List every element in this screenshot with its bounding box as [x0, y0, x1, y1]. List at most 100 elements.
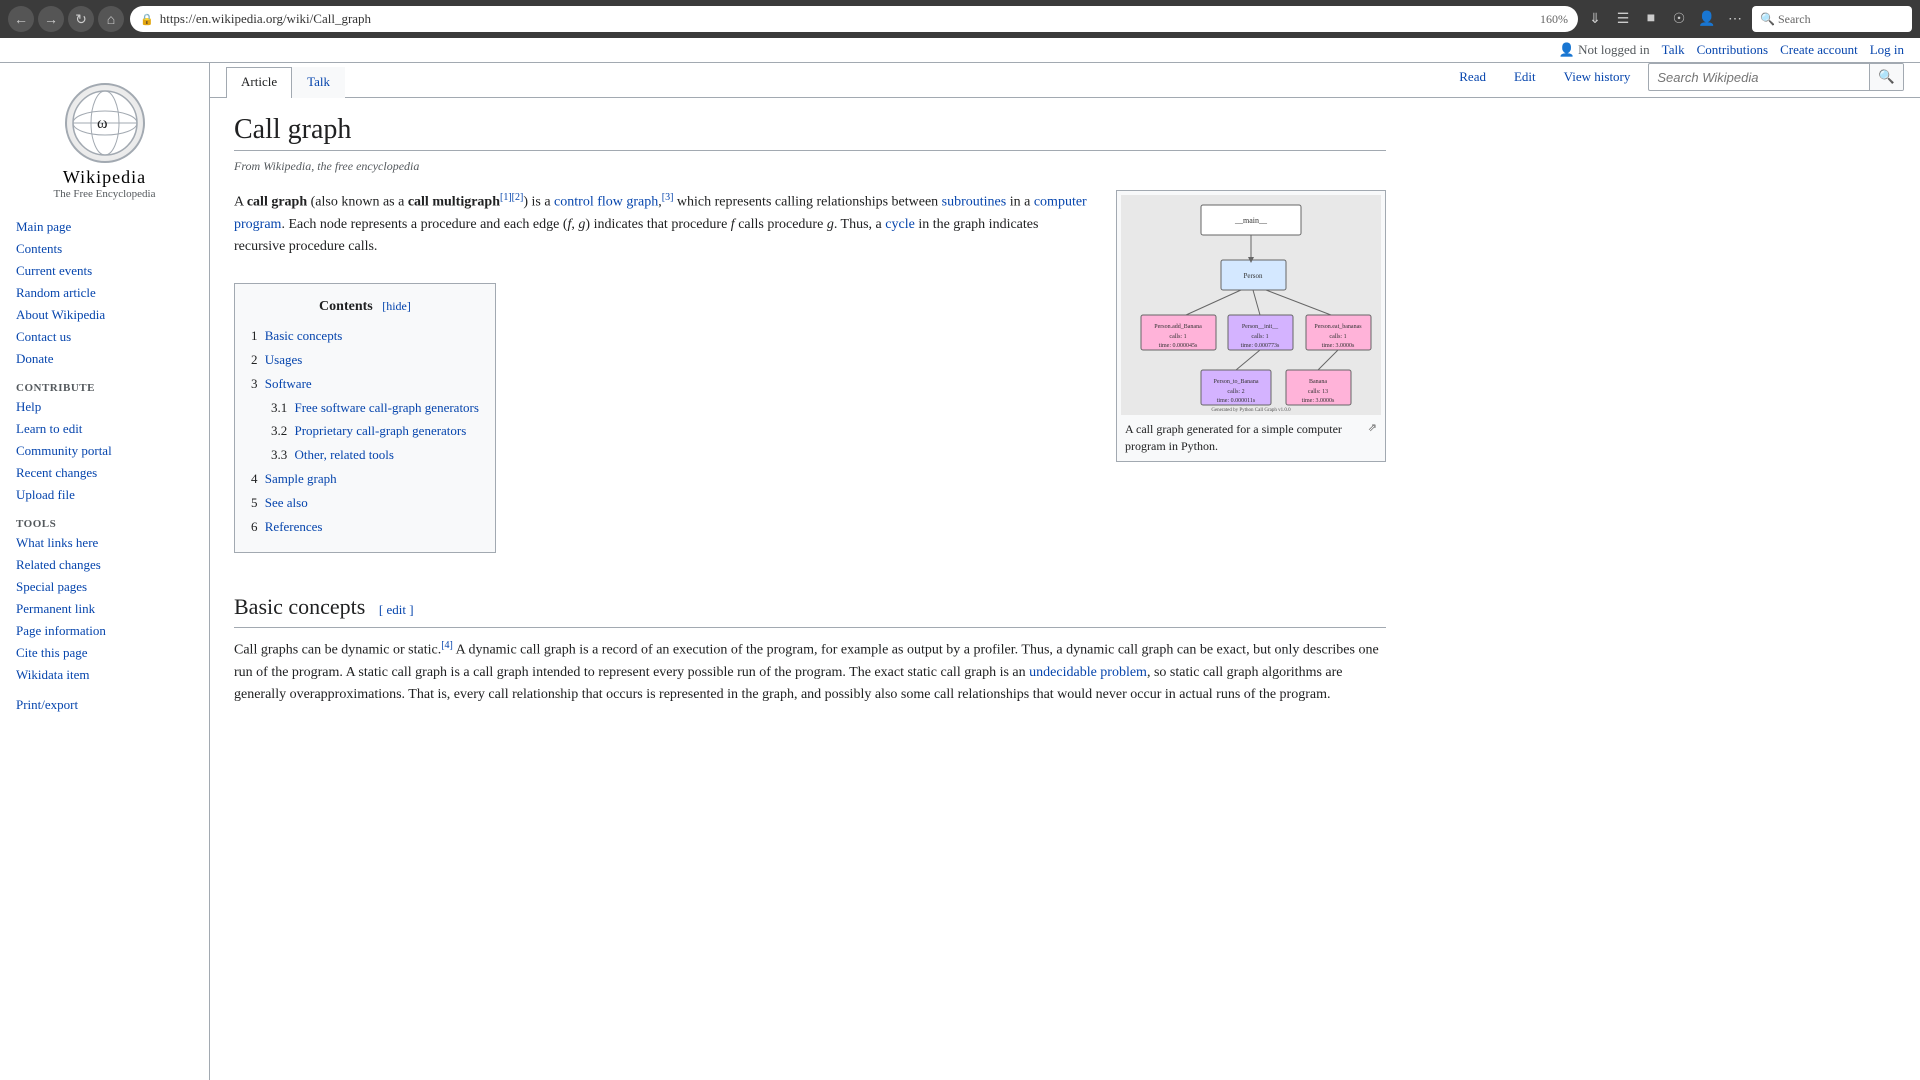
search-button[interactable]: 🔍 [1869, 64, 1903, 90]
sidebar-item-contents[interactable]: Contents [0, 238, 209, 260]
sidebar-nav-section: Main page Contents Current events Random… [0, 216, 209, 370]
downloads-icon[interactable]: ⇓ [1584, 8, 1606, 30]
sidebar-item-related-changes[interactable]: Related changes [0, 554, 209, 576]
toc-item-5: 5 See also [251, 493, 479, 514]
search-box[interactable]: 🔍 [1648, 63, 1904, 91]
svg-text:time: 0.000045s: time: 0.000045s [1159, 343, 1198, 349]
wiki-tabs-left: Article Talk [226, 66, 345, 97]
sidebar-item-print[interactable]: Print/export [0, 694, 209, 716]
tab-read[interactable]: Read [1449, 65, 1496, 89]
sidebar-item-permanent-link[interactable]: Permanent link [0, 598, 209, 620]
tab-edit[interactable]: Edit [1504, 65, 1546, 89]
toc-link-proprietary[interactable]: Proprietary call-graph generators [295, 423, 467, 438]
article-title: Call graph [234, 114, 1386, 151]
shield-icon[interactable]: ☉ [1668, 8, 1690, 30]
sidebar-item-about[interactable]: About Wikipedia [0, 304, 209, 326]
sidebar-item-cite-page[interactable]: Cite this page [0, 642, 209, 664]
toc-link-usages[interactable]: Usages [265, 352, 303, 367]
talk-link[interactable]: Talk [1662, 42, 1685, 58]
ref-4[interactable]: [4] [441, 640, 453, 651]
sidebar-item-what-links-here[interactable]: What links here [0, 532, 209, 554]
forward-button[interactable]: → [38, 6, 64, 32]
edit-link-anchor[interactable]: edit [386, 602, 406, 617]
bookmarks-icon[interactable]: ☰ [1612, 8, 1634, 30]
sidebar-item-learn-to-edit[interactable]: Learn to edit [0, 418, 209, 440]
tools-section-title: Tools [0, 514, 209, 532]
menu-icon[interactable]: ⋯ [1724, 8, 1746, 30]
sidebar-item-help[interactable]: Help [0, 396, 209, 418]
wikipedia-globe-svg: ω [70, 88, 140, 158]
tab-view-history[interactable]: View history [1554, 65, 1641, 89]
extensions-icon[interactable]: ■ [1640, 8, 1662, 30]
tab-talk[interactable]: Talk [292, 67, 345, 98]
wiki-body: ω Wikipedia The Free Encyclopedia Main p… [0, 63, 1920, 1080]
search-input[interactable] [1649, 70, 1869, 85]
figure-caption: ⇗ A call graph generated for a simple co… [1121, 415, 1381, 457]
sidebar-item-community[interactable]: Community portal [0, 440, 209, 462]
sidebar-item-current-events[interactable]: Current events [0, 260, 209, 282]
browser-search[interactable]: 🔍 Search [1752, 6, 1912, 32]
sidebar-print-list: Print/export [0, 694, 209, 716]
sidebar-item-wikidata[interactable]: Wikidata item [0, 664, 209, 686]
browser-chrome: ← → ↻ ⌂ 🔒 https://en.wikipedia.org/wiki/… [0, 0, 1920, 38]
toc-link-basic-concepts[interactable]: Basic concepts [265, 328, 343, 343]
address-bar[interactable]: 🔒 https://en.wikipedia.org/wiki/Call_gra… [130, 6, 1578, 32]
svg-text:time: 3.0000s: time: 3.0000s [1302, 398, 1335, 404]
back-button[interactable]: ← [8, 6, 34, 32]
svg-text:Person__init__: Person__init__ [1242, 324, 1279, 330]
search-icon: 🔍 [1760, 12, 1775, 27]
sidebar-item-contact[interactable]: Contact us [0, 326, 209, 348]
wiki-page: 👤 Not logged in Talk Contributions Creat… [0, 38, 1920, 1080]
zoom-level: 160% [1540, 12, 1568, 27]
sidebar-item-random-article[interactable]: Random article [0, 282, 209, 304]
call-multigraph-term: call multigraph [408, 195, 500, 210]
expand-icon[interactable]: ⇗ [1368, 421, 1377, 436]
header-links: 👤 Not logged in Talk Contributions Creat… [1559, 42, 1904, 58]
home-button[interactable]: ⌂ [98, 6, 124, 32]
toc-item-3-3: 3.3 Other, related tools [271, 445, 479, 466]
wiki-article: Call graph From Wikipedia, the free ency… [210, 98, 1410, 1080]
toc-item-3-1: 3.1 Free software call-graph generators [271, 398, 479, 419]
wiki-logo-title: Wikipedia [63, 167, 146, 188]
svg-text:calls: 1: calls: 1 [1251, 334, 1268, 340]
table-of-contents: Contents [hide] 1 Basic concepts 2 Usage… [234, 283, 496, 554]
svg-text:ω: ω [97, 115, 108, 132]
toc-link-other-tools[interactable]: Other, related tools [295, 447, 394, 462]
sidebar-item-main-page[interactable]: Main page [0, 216, 209, 238]
svg-text:Person.add_Banana: Person.add_Banana [1154, 324, 1202, 330]
create-account-link[interactable]: Create account [1780, 42, 1858, 58]
sidebar-nav-list: Main page Contents Current events Random… [0, 216, 209, 370]
sidebar-item-donate[interactable]: Donate [0, 348, 209, 370]
contributions-link[interactable]: Contributions [1697, 42, 1769, 58]
toc-hide-link[interactable]: [hide] [382, 299, 411, 313]
toc-link-software[interactable]: Software [265, 376, 312, 391]
basic-concepts-edit-link[interactable]: [ edit ] [379, 602, 414, 617]
toc-item-4: 4 Sample graph [251, 469, 479, 490]
toc-item-6: 6 References [251, 517, 479, 538]
ref-3[interactable]: [3] [662, 192, 674, 203]
reload-button[interactable]: ↻ [68, 6, 94, 32]
svg-text:time: 0.000011s: time: 0.000011s [1217, 398, 1256, 404]
control-flow-graph-link[interactable]: control flow graph [554, 195, 658, 210]
sidebar-item-upload[interactable]: Upload file [0, 484, 209, 506]
log-in-link[interactable]: Log in [1870, 42, 1904, 58]
sidebar-tools-list: What links here Related changes Special … [0, 532, 209, 686]
subroutines-link[interactable]: subroutines [942, 195, 1007, 210]
sidebar-item-recent-changes[interactable]: Recent changes [0, 462, 209, 484]
cycle-link[interactable]: cycle [885, 217, 915, 232]
undecidable-problem-link[interactable]: undecidable problem [1029, 665, 1147, 680]
svg-text:calls: 1: calls: 1 [1169, 334, 1186, 340]
wiki-logo-image: ω [65, 83, 145, 163]
profile-icon[interactable]: 👤 [1696, 8, 1718, 30]
toc-link-sample-graph[interactable]: Sample graph [265, 471, 337, 486]
toc-sublist-3: 3.1 Free software call-graph generators … [251, 398, 479, 466]
toc-link-free-software[interactable]: Free software call-graph generators [295, 400, 479, 415]
tab-article[interactable]: Article [226, 67, 292, 98]
toc-link-see-also[interactable]: See also [265, 495, 308, 510]
toc-link-references[interactable]: References [265, 519, 323, 534]
url-display: https://en.wikipedia.org/wiki/Call_graph [160, 11, 1534, 27]
sidebar-item-page-info[interactable]: Page information [0, 620, 209, 642]
not-logged-in: 👤 Not logged in [1559, 42, 1650, 58]
sidebar-item-special-pages[interactable]: Special pages [0, 576, 209, 598]
ref-1[interactable]: [1][2] [500, 192, 523, 203]
